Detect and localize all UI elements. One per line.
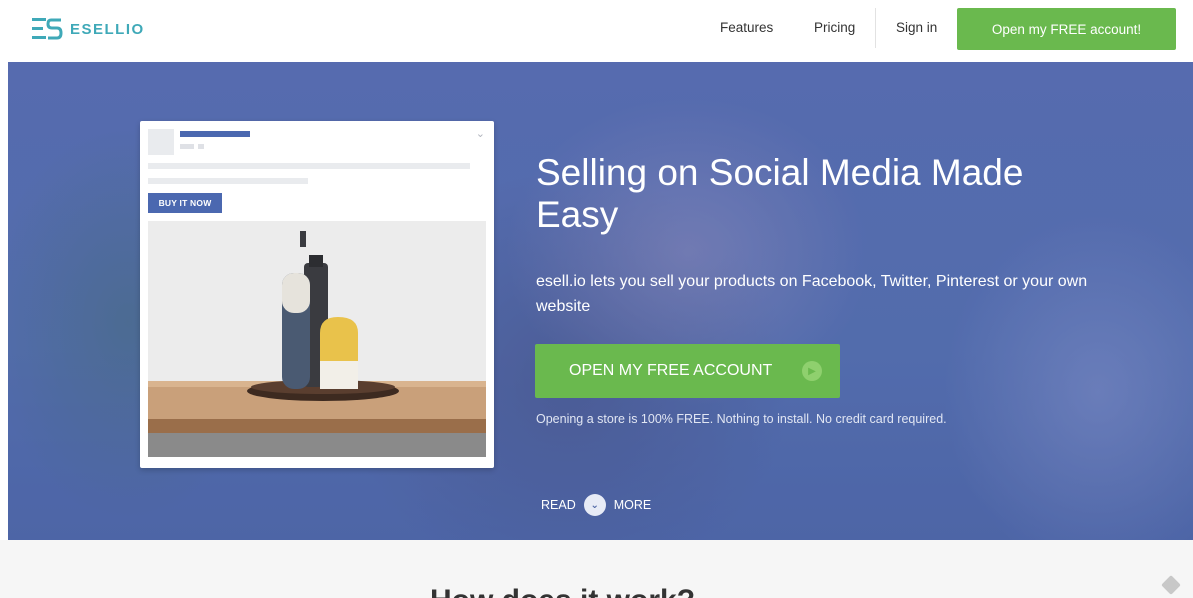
post-avatar bbox=[148, 129, 174, 155]
open-account-button[interactable]: Open my FREE account! bbox=[957, 8, 1176, 50]
logo[interactable]: ESELLIO bbox=[30, 16, 145, 42]
post-author-placeholder bbox=[180, 131, 250, 137]
post-text-placeholder bbox=[148, 178, 308, 184]
hero-section: ⌄ BUY IT NOW Selling on Social Media Mad… bbox=[8, 62, 1193, 540]
product-photo bbox=[148, 221, 486, 457]
nav-divider bbox=[875, 8, 876, 48]
hero-title: Selling on Social Media Made Easy bbox=[536, 152, 1024, 235]
how-it-works-section: How does it work? bbox=[0, 540, 1193, 598]
esellio-logo-icon bbox=[32, 18, 63, 40]
hero-description: esell.io lets you sell your products on … bbox=[536, 273, 1088, 315]
hero-note: Opening a store is 100% FREE. Nothing to… bbox=[536, 412, 947, 426]
read-label: READ bbox=[541, 498, 576, 512]
post-meta-placeholder bbox=[198, 144, 204, 149]
vases-illustration bbox=[148, 221, 486, 457]
more-label: MORE bbox=[613, 498, 652, 512]
open-free-account-button[interactable]: OPEN MY FREE ACCOUNT ▶ bbox=[535, 344, 840, 398]
section-heading: How does it work? bbox=[430, 584, 695, 598]
top-nav: ESELLIO Features Pricing Sign in Open my… bbox=[0, 0, 1193, 58]
nav-features-link[interactable]: Features bbox=[720, 20, 773, 35]
nav-signin-link[interactable]: Sign in bbox=[896, 20, 937, 35]
post-text-placeholder bbox=[148, 163, 470, 169]
open-free-account-label: OPEN MY FREE ACCOUNT bbox=[569, 362, 773, 379]
chevron-down-icon: ⌄ bbox=[475, 128, 485, 140]
buy-it-now-button: BUY IT NOW bbox=[148, 193, 222, 213]
nav-pricing-link[interactable]: Pricing bbox=[814, 20, 855, 35]
chevron-down-icon: ⌄ bbox=[583, 494, 606, 516]
post-meta-placeholder bbox=[180, 144, 194, 149]
read-more-link[interactable]: READ ⌄ MORE bbox=[541, 494, 651, 516]
logo-text: ESELLIO bbox=[70, 20, 145, 38]
arrow-right-icon: ▶ bbox=[802, 361, 822, 381]
social-post-mockup: ⌄ BUY IT NOW bbox=[140, 121, 494, 468]
